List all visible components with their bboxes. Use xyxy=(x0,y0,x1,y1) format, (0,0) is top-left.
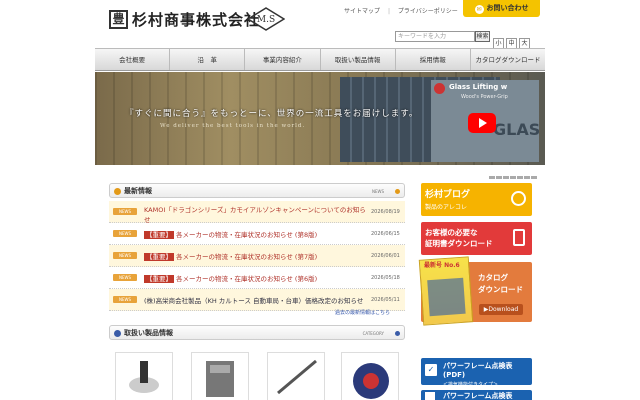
news-archive-link[interactable]: 過去の最新情報はこちら xyxy=(335,309,390,316)
news-date: 2026/05/18 xyxy=(371,275,400,281)
play-icon[interactable] xyxy=(468,113,496,133)
news-date: 2026/06/01 xyxy=(371,253,400,259)
company-name[interactable]: 杉村商事株式会社 xyxy=(132,9,260,30)
pf2-title: パワーフレーム点検表(PDF) xyxy=(443,392,513,400)
lightbulb-icon xyxy=(511,191,526,206)
font-size-switcher: 小中大 xyxy=(493,30,532,50)
news-title[interactable]: 各メーカーの物流・在庫状況のお知らせ (第8版) xyxy=(176,231,317,239)
news-date: 2026/06/15 xyxy=(371,231,400,237)
nav-company[interactable]: 会社概要 xyxy=(95,49,171,70)
pf1-subtitle: ＜排気機能付きタイプ＞ xyxy=(443,382,499,388)
video-title: Glass Lifting w xyxy=(449,83,508,91)
pf1-title: パワーフレーム点検表(PDF) xyxy=(443,362,513,379)
news-date: 2026/08/19 xyxy=(371,209,400,215)
certificate-banner[interactable]: お客様の必要な 証明書ダウンロード xyxy=(421,222,532,255)
news-title-wrap[interactable]: 【重要】 各メーカーの物流・在庫状況のお知らせ (第7版) xyxy=(144,252,369,262)
news-title-wrap[interactable]: 【重要】 各メーカーの物流・在庫状況のお知らせ (第8版) xyxy=(144,230,369,240)
contact-label: お問い合わせ xyxy=(486,4,529,12)
video-subtitle: Wood's Power-Grip xyxy=(461,94,508,100)
news-date: 2026/05/11 xyxy=(371,297,400,303)
contact-button[interactable]: ✉ お問い合わせ xyxy=(463,0,540,17)
hero-subtitle: We deliver the best tools in the world. xyxy=(160,123,306,129)
catalog-line1: カタログ xyxy=(478,273,508,282)
news-badge: NEWS xyxy=(113,208,137,215)
news-title[interactable]: (株)高栄商会社製品（KH カルトース 自動車局・台車）価格改定のお知らせ xyxy=(144,296,369,306)
news-title[interactable]: KAMOI「ドラゴンシリーズ」カモイアルゾンキャンペーンについてのお知らせ xyxy=(144,205,369,225)
catalog-line2: ダウンロード xyxy=(478,285,523,294)
video-embed[interactable]: Glass Lifting w Wood's Power-Grip GLASS xyxy=(431,80,539,162)
sitemap-link[interactable]: サイトマップ xyxy=(344,8,380,15)
right-margin xyxy=(545,0,640,400)
search-input[interactable]: キーワードを入力 xyxy=(395,31,475,42)
dot-icon xyxy=(395,189,400,194)
news-title-wrap[interactable]: 【重要】 各メーカーの物流・在庫状況のお知らせ (第6版) xyxy=(144,274,369,284)
news-item[interactable]: NEWS 【重要】 各メーカーの物流・在庫状況のお知らせ (第8版) 2026/0… xyxy=(109,223,405,245)
news-list: NEWS KAMOI「ドラゴンシリーズ」カモイアルゾンキャンペーンについてのお知… xyxy=(109,201,405,311)
product-image xyxy=(277,359,317,395)
checkbox-icon xyxy=(425,392,435,400)
news-item[interactable]: NEWS KAMOI「ドラゴンシリーズ」カモイアルゾンキャンペーンについてのお知… xyxy=(109,201,405,225)
product-grid xyxy=(109,342,405,400)
catalog-download-label: Download xyxy=(488,306,519,313)
news-heading-label: 最新情報 xyxy=(124,187,152,195)
main-nav: 会社概要 沿 革 事業内容紹介 取扱い製品情報 採用情報 カタログダウンロード xyxy=(95,48,545,71)
news-badge: NEWS xyxy=(113,230,137,237)
news-title[interactable]: 各メーカーの物流・在庫状況のお知らせ (第7版) xyxy=(176,253,317,261)
privacy-link[interactable]: プライバシーポリシー xyxy=(398,8,458,15)
product-image xyxy=(206,361,234,397)
product-card[interactable] xyxy=(115,352,173,400)
dot-icon xyxy=(395,331,400,336)
news-badge: NEWS xyxy=(113,274,137,281)
bullet-icon xyxy=(114,330,121,337)
document-icon xyxy=(513,229,525,246)
bullet-icon xyxy=(114,188,121,195)
products-heading: 取扱い製品情報 CATEGORY xyxy=(109,325,405,340)
video-background-text: GLASS xyxy=(493,120,539,139)
news-title[interactable]: 各メーカーの物流・在庫状況のお知らせ (第6版) xyxy=(176,275,317,283)
catalog-download-button[interactable]: ▶Download xyxy=(479,304,523,315)
news-item[interactable]: NEWS (株)高栄商会社製品（KH カルトース 自動車局・台車）価格改定のお知… xyxy=(109,289,405,311)
products-heading-label: 取扱い製品情報 xyxy=(124,329,173,337)
hero-catchphrase: 『すぐに間に合う』をもっとーに、世界の一流工具をお届けします。 xyxy=(125,109,419,119)
company-logo-icon[interactable]: 豊 xyxy=(109,10,128,29)
nav-products[interactable]: 取扱い製品情報 xyxy=(321,49,396,70)
product-card[interactable] xyxy=(341,352,399,400)
nav-history[interactable]: 沿 革 xyxy=(170,49,246,70)
news-item[interactable]: NEWS 【重要】 各メーカーの物流・在庫状況のお知らせ (第7版) 2026/0… xyxy=(109,245,405,267)
hero-strip xyxy=(95,165,545,170)
product-card[interactable] xyxy=(191,352,249,400)
ms-logo-text: M.S xyxy=(257,15,275,25)
product-image xyxy=(129,361,159,393)
search-button[interactable]: 検索 xyxy=(475,31,490,42)
catalog-banner[interactable]: 最新号 No.6 カタログダウンロード ▶Download xyxy=(418,256,532,326)
nav-recruit[interactable]: 採用情報 xyxy=(396,49,471,70)
important-tag: 【重要】 xyxy=(144,275,174,283)
left-margin xyxy=(0,0,95,400)
checkbox-icon: ✓ xyxy=(425,364,437,376)
news-badge: NEWS xyxy=(113,296,137,303)
ms-logo-icon: M.S xyxy=(247,7,285,31)
powerframe-checklist-1[interactable]: ✓ パワーフレーム点検表(PDF) ＜排気機能付きタイプ＞ xyxy=(421,358,532,388)
product-card[interactable] xyxy=(267,352,325,400)
blog-banner[interactable]: 杉村ブログ 製品のアレコレ xyxy=(421,183,532,216)
link-divider: | xyxy=(387,8,390,15)
top-links: サイトマップ | プライバシーポリシー | xyxy=(344,6,474,15)
news-badge: NEWS xyxy=(113,252,137,259)
catalog-title: カタログダウンロード xyxy=(478,272,523,296)
news-tag: NEWS xyxy=(371,189,384,194)
news-heading: 最新情報 NEWS xyxy=(109,183,405,198)
products-tag: CATEGORY xyxy=(362,331,384,336)
powerframe-checklist-2[interactable]: パワーフレーム点検表(PDF) xyxy=(421,390,532,400)
slider-indicator[interactable] xyxy=(488,164,537,183)
catalog-issue: 最新号 No.6 xyxy=(424,262,460,269)
important-tag: 【重要】 xyxy=(144,231,174,239)
nav-catalog[interactable]: カタログダウンロード xyxy=(471,49,545,70)
product-image xyxy=(353,363,389,399)
mail-icon: ✉ xyxy=(474,5,484,14)
news-item[interactable]: NEWS 【重要】 各メーカーの物流・在庫状況のお知らせ (第6版) 2026/0… xyxy=(109,267,405,289)
important-tag: 【重要】 xyxy=(144,253,174,261)
channel-avatar xyxy=(434,83,445,94)
nav-business[interactable]: 事業内容紹介 xyxy=(245,49,321,70)
